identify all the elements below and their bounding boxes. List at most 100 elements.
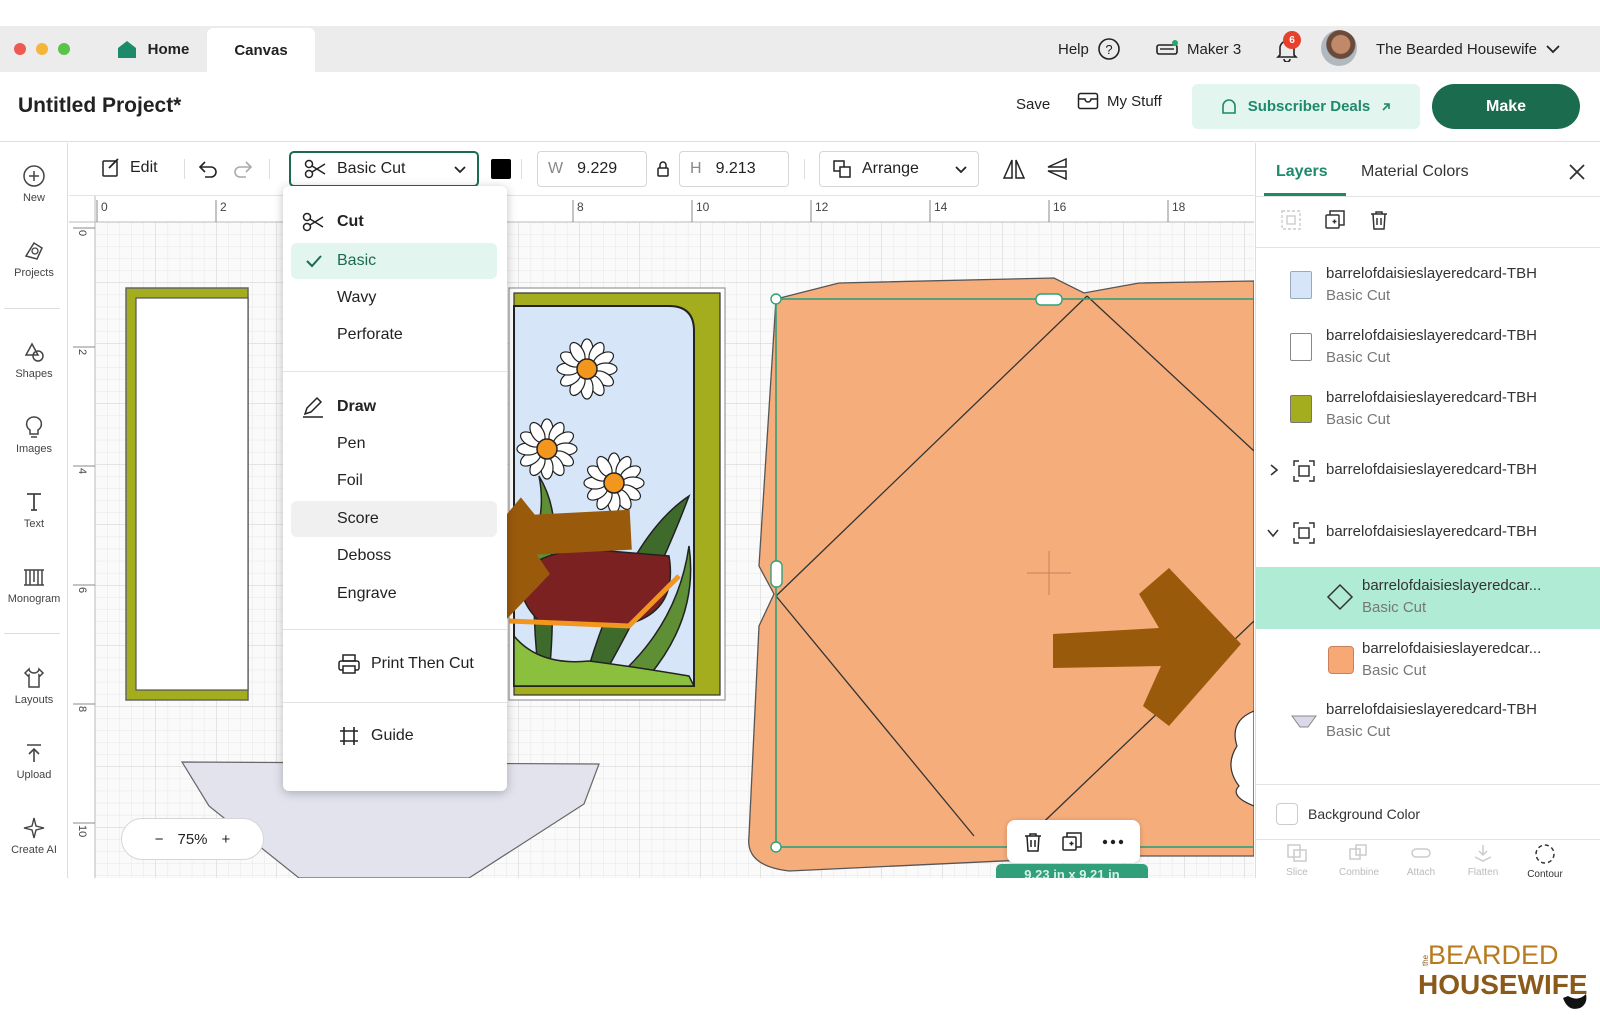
flatten-button[interactable]: Flatten (1452, 843, 1514, 878)
rail-create-ai[interactable]: Create AI (0, 815, 68, 856)
dd-item-foil[interactable]: Foil (291, 463, 497, 499)
contour-button[interactable]: Contour (1514, 843, 1576, 878)
dd-item-guide[interactable]: Guide (291, 718, 497, 754)
subscriber-deals-label: Subscriber Deals (1247, 98, 1371, 115)
rail-images-label: Images (15, 443, 53, 455)
edit-button[interactable]: Edit (100, 157, 158, 179)
notification-badge: 6 (1283, 31, 1301, 49)
close-icon[interactable] (1566, 161, 1588, 183)
toolbar-divider (521, 159, 522, 179)
lock-icon[interactable] (656, 160, 670, 178)
tab-layers[interactable]: Layers (1276, 163, 1328, 181)
layer-row[interactable]: barrelofdaisieslayeredcard-TBH Basic Cut (1256, 379, 1600, 441)
help-button[interactable]: Help ? (1058, 26, 1121, 72)
trash-icon[interactable] (1022, 831, 1044, 853)
layer-name: barrelofdaisieslayeredcard-TBH (1326, 389, 1537, 406)
flip-horizontal-icon[interactable] (1002, 157, 1026, 181)
dd-item-wavy[interactable]: Wavy (291, 280, 497, 316)
chevron-down-icon (1546, 45, 1560, 54)
combine-label: Combine (1338, 867, 1380, 878)
layer-row[interactable]: barrelofdaisieslayeredcard-TBH Basic Cut (1256, 317, 1600, 379)
guide-icon (340, 727, 358, 745)
tab-material-colors[interactable]: Material Colors (1361, 163, 1469, 181)
maximize-window-button[interactable] (58, 43, 70, 55)
duplicate-icon[interactable] (1061, 831, 1083, 853)
design-canvas[interactable]: 024681012141618 0246810 (69, 196, 1254, 878)
rail-monogram[interactable]: Monogram (0, 564, 68, 605)
layer-name: barrelofdaisieslayeredcar... (1362, 577, 1542, 594)
attach-label: Attach (1406, 867, 1436, 878)
close-window-button[interactable] (14, 43, 26, 55)
account-menu[interactable]: The Bearded Housewife (1376, 26, 1561, 72)
layer-row[interactable]: barrelofdaisieslayeredcard-TBH Basic Cut (1256, 255, 1600, 317)
machine-selector[interactable]: Maker 3 (1155, 26, 1241, 72)
scissors-icon (304, 159, 326, 179)
rail-images[interactable]: Images (0, 414, 68, 455)
layer-operation: Basic Cut (1362, 599, 1427, 616)
background-color-checkbox[interactable] (1276, 803, 1298, 825)
dd-item-print-then-cut[interactable]: Print Then Cut (291, 646, 497, 682)
chevron-down-icon[interactable] (1266, 527, 1280, 539)
dd-item-score[interactable]: Score (291, 501, 497, 537)
layer-group-row[interactable]: barrelofdaisieslayeredcard-TBH (1256, 441, 1600, 503)
background-color-row[interactable]: Background Color (1276, 803, 1420, 825)
subscriber-deals-button[interactable]: Subscriber Deals (1192, 84, 1420, 129)
minimize-window-button[interactable] (36, 43, 48, 55)
dd-item-label: Wavy (337, 289, 377, 306)
tab-canvas[interactable]: Canvas (207, 28, 315, 72)
edit-label: Edit (130, 159, 158, 176)
dd-item-engrave[interactable]: Engrave (291, 576, 497, 612)
panel-divider (1256, 784, 1600, 785)
arrange-icon (833, 160, 851, 178)
pen-icon (303, 396, 323, 418)
monogram-icon (24, 569, 44, 586)
layer-row-selected[interactable]: barrelofdaisieslayeredcar... Basic Cut (1256, 567, 1600, 629)
duplicate-icon[interactable] (1324, 209, 1346, 231)
dd-item-deboss[interactable]: Deboss (291, 538, 497, 574)
panel-divider (1256, 196, 1600, 197)
undo-icon[interactable] (197, 159, 219, 179)
slice-button[interactable]: Slice (1266, 843, 1328, 878)
flatten-icon (1474, 845, 1492, 862)
tab-home[interactable]: Home (100, 26, 205, 72)
dd-divider (283, 629, 507, 630)
flip-vertical-icon[interactable] (1045, 157, 1069, 181)
trash-icon[interactable] (1368, 209, 1390, 231)
color-swatch[interactable] (491, 159, 511, 179)
project-title[interactable]: Untitled Project* (18, 94, 181, 118)
rail-text[interactable]: Text (0, 489, 68, 530)
more-icon[interactable] (1100, 831, 1126, 853)
layer-name: barrelofdaisieslayeredcard-TBH (1326, 523, 1537, 540)
flatten-label: Flatten (1467, 867, 1499, 878)
avatar[interactable] (1321, 30, 1357, 66)
layer-swatch (1290, 271, 1312, 299)
layer-row[interactable]: barrelofdaisieslayeredcar... Basic Cut (1256, 630, 1600, 692)
zoom-level: 75% (177, 830, 208, 848)
group-icon[interactable] (1280, 209, 1302, 231)
make-button[interactable]: Make (1432, 84, 1580, 129)
layer-row[interactable]: barrelofdaisieslayeredcard-TBH Basic Cut (1256, 691, 1600, 753)
width-field[interactable]: W 9.229 (537, 151, 647, 187)
arrange-select[interactable]: Arrange (819, 151, 979, 187)
attach-button[interactable]: Attach (1390, 843, 1452, 878)
operation-select[interactable]: Basic Cut (289, 151, 479, 187)
combine-button[interactable]: Combine (1328, 843, 1390, 878)
my-stuff-button[interactable]: My Stuff (1077, 92, 1162, 110)
home-icon (117, 41, 136, 58)
rail-shapes[interactable]: Shapes (0, 339, 68, 380)
rail-new[interactable]: New (0, 163, 68, 204)
dd-item-perforate[interactable]: Perforate (291, 317, 497, 353)
rail-upload[interactable]: Upload (0, 740, 68, 781)
save-button[interactable]: Save (1016, 96, 1050, 113)
zoom-out-button[interactable]: − (155, 831, 164, 848)
rail-projects[interactable]: Projects (0, 238, 68, 279)
zoom-in-button[interactable]: + (222, 831, 231, 848)
width-label: W (548, 160, 564, 177)
rail-layouts[interactable]: Layouts (0, 665, 68, 706)
height-field[interactable]: H 9.213 (679, 151, 789, 187)
redo-icon[interactable] (232, 159, 254, 179)
dd-item-basic[interactable]: Basic (291, 243, 497, 279)
chevron-right-icon[interactable] (1268, 463, 1280, 477)
dd-item-pen[interactable]: Pen (291, 426, 497, 462)
layer-group-row[interactable]: barrelofdaisieslayeredcard-TBH (1256, 503, 1600, 565)
